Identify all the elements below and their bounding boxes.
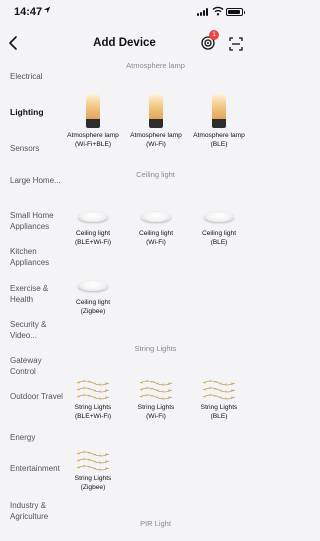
device-atmosphere-lamp-wifi-ble[interactable]: Atmosphere lamp (Wi-Fi+BLE) (62, 94, 124, 149)
ceiling-light-icon (78, 208, 108, 226)
string-lights-icon (139, 378, 173, 400)
string-lights-icon (76, 449, 110, 471)
section-title-string-lights: String Lights (134, 344, 177, 353)
device-ceiling-light-zigbee[interactable]: Ceiling light (Zigbee) (62, 277, 124, 316)
sidebar-item-security-video[interactable]: Security & Video... (10, 319, 64, 341)
notification-badge: 1 (209, 30, 219, 40)
category-sidebar: Electrical Lighting Sensors Large Home..… (0, 66, 64, 541)
cellular-signal-icon (197, 8, 211, 16)
device-string-lights-ble-wifi[interactable]: String Lights (BLE+Wi-Fi) (62, 378, 124, 421)
device-atmosphere-lamp-wifi[interactable]: Atmosphere lamp (Wi-Fi) (125, 94, 187, 149)
sidebar-item-outdoor-travel[interactable]: Outdoor Travel (10, 391, 64, 402)
device-protocol: (BLE+Wi-Fi) (74, 239, 112, 247)
sidebar-item-kitchen-appliances[interactable]: Kitchen Appliances (10, 246, 64, 268)
device-string-lights-zigbee[interactable]: String Lights (Zigbee) (62, 449, 124, 492)
sidebar-item-sensors[interactable]: Sensors (10, 143, 64, 154)
string-lights-icon (202, 378, 236, 400)
device-protocol: (BLE) (210, 413, 228, 421)
device-label: String Lights (74, 404, 112, 411)
sidebar-item-lighting[interactable]: Lighting (10, 107, 64, 118)
device-label: String Lights (200, 404, 238, 411)
sidebar-item-small-home-appliances[interactable]: Small Home Appliances (10, 210, 64, 232)
device-protocol: (BLE) (210, 141, 228, 149)
sidebar-item-large-home[interactable]: Large Home... (10, 175, 64, 186)
sidebar-item-gateway-control[interactable]: Gateway Control (10, 355, 64, 377)
ceiling-light-icon (204, 208, 234, 226)
device-label: String Lights (137, 404, 175, 411)
section-title-pir-light: PIR Light (140, 519, 171, 528)
ceiling-light-icon (141, 208, 171, 226)
device-label: Ceiling light (75, 299, 111, 306)
device-protocol: (BLE+Wi-Fi) (74, 413, 112, 421)
device-string-lights-wifi[interactable]: String Lights (Wi-Fi) (125, 378, 187, 421)
device-ceiling-light-ble[interactable]: Ceiling light (BLE) (188, 208, 250, 247)
device-label: String Lights (74, 475, 112, 482)
sidebar-item-energy[interactable]: Energy (10, 432, 64, 443)
sidebar-item-entertainment[interactable]: Entertainment (10, 463, 62, 474)
scan-icon[interactable] (229, 37, 243, 51)
status-bar: 14:47 (0, 0, 249, 22)
wifi-icon (212, 6, 224, 16)
device-label: Ceiling light (138, 230, 174, 237)
device-ceiling-light-ble-wifi[interactable]: Ceiling light (BLE+Wi-Fi) (62, 208, 124, 247)
device-label: Ceiling light (75, 230, 111, 237)
device-protocol: (Wi-Fi+BLE) (74, 141, 112, 149)
atmosphere-lamp-icon (149, 94, 163, 128)
device-ceiling-light-wifi[interactable]: Ceiling light (Wi-Fi) (125, 208, 187, 247)
sidebar-item-electrical[interactable]: Electrical (10, 71, 64, 82)
sidebar-item-exercise-health[interactable]: Exercise & Health (10, 283, 64, 305)
ceiling-light-icon (78, 277, 108, 295)
section-title-atmosphere-lamp: Atmosphere lamp (126, 61, 185, 70)
device-protocol: (Wi-Fi) (146, 413, 166, 421)
device-protocol: (Zigbee) (80, 308, 106, 316)
device-label: Atmosphere lamp (67, 132, 119, 139)
battery-icon (226, 8, 245, 16)
device-label: Atmosphere lamp (193, 132, 245, 139)
location-arrow-icon (43, 6, 51, 14)
device-protocol: (Wi-Fi) (146, 239, 166, 247)
device-protocol: (Zigbee) (80, 484, 106, 492)
string-lights-icon (76, 378, 110, 400)
device-string-lights-ble[interactable]: String Lights (BLE) (188, 378, 250, 421)
nav-bar: Add Device 1 (0, 22, 249, 66)
device-protocol: (BLE) (210, 239, 228, 247)
atmosphere-lamp-icon (86, 94, 100, 128)
status-time: 14:47 (14, 6, 43, 18)
atmosphere-lamp-icon (212, 94, 226, 128)
sidebar-item-industry-agriculture[interactable]: Industry & Agriculture (10, 500, 64, 522)
section-title-ceiling-light: Ceiling light (136, 170, 175, 179)
device-atmosphere-lamp-ble[interactable]: Atmosphere lamp (BLE) (188, 94, 250, 149)
device-label: Ceiling light (201, 230, 237, 237)
device-list: Atmosphere lamp Atmosphere lamp (Wi-Fi+BL… (62, 61, 250, 541)
device-protocol: (Wi-Fi) (146, 141, 166, 149)
device-label: Atmosphere lamp (130, 132, 182, 139)
